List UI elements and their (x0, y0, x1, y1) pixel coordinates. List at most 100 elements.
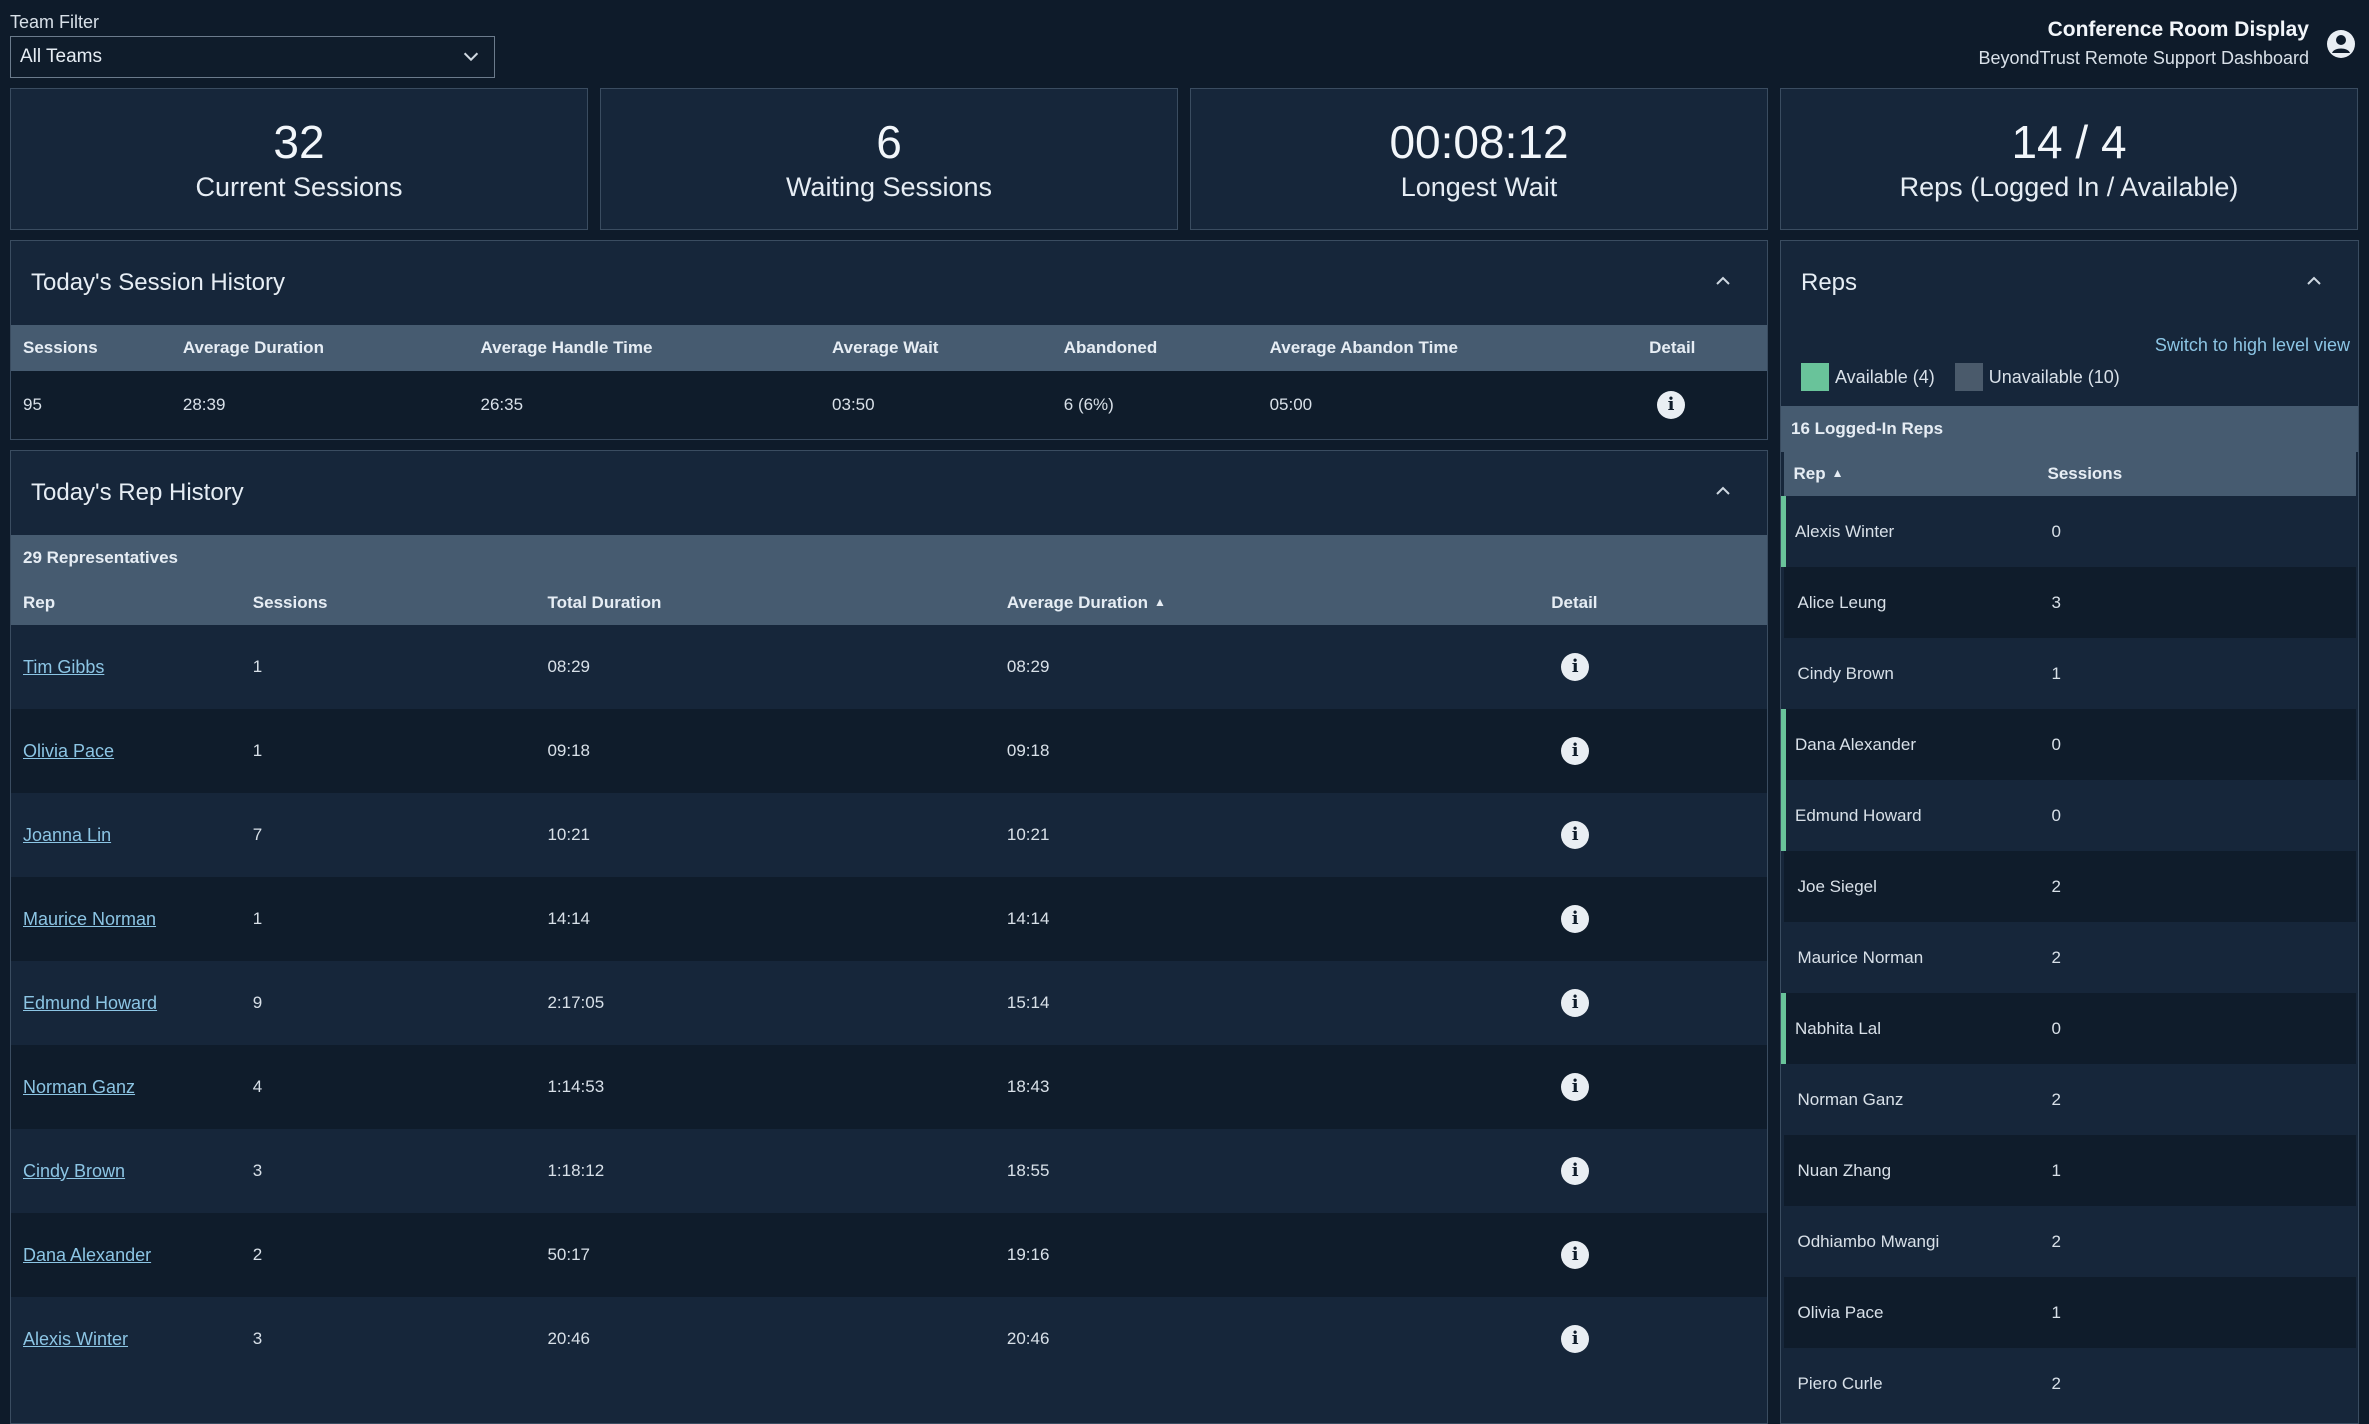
top-bar: Team Filter All Teams Conference Room Di… (0, 0, 2369, 85)
column-header-sorted[interactable]: Rep ▲ (1784, 452, 2038, 496)
stat-card-waiting-sessions: 6 Waiting Sessions (600, 88, 1178, 230)
cell-average-duration: 18:43 (1006, 1077, 1050, 1096)
chevron-up-icon[interactable] (1713, 271, 1733, 291)
info-icon[interactable]: i (1657, 391, 1686, 419)
column-header[interactable]: Total Duration (535, 581, 994, 625)
cell-sessions: 1 (252, 741, 263, 760)
info-icon[interactable]: i (1561, 905, 1590, 933)
column-header[interactable]: Rep (11, 581, 241, 625)
column-header-label: Rep (1793, 464, 1826, 483)
column-header[interactable]: Sessions (2038, 452, 2356, 496)
chevron-up-icon[interactable] (2304, 271, 2324, 291)
sort-ascending-icon: ▲ (1153, 595, 1166, 609)
cell-rep: Alexis Winter (1781, 496, 2038, 567)
column-header[interactable]: Average Abandon Time (1258, 325, 1638, 371)
rep-link[interactable]: Maurice Norman (23, 909, 156, 929)
table-row: Norman Ganz 4 1:14:53 18:43 i (11, 1045, 1767, 1129)
cell-total-duration: 10:21 (547, 825, 591, 844)
table-row: Tim Gibbs 1 08:29 08:29 i (11, 625, 1767, 709)
rep-link[interactable]: Norman Ganz (23, 1077, 135, 1097)
user-account-icon[interactable] (2325, 28, 2357, 60)
cell-average-duration: 14:14 (1006, 909, 1050, 928)
legend-unavailable: Unavailable (10) (1988, 366, 2120, 387)
list-item: Alice Leung 3 (1783, 567, 2356, 638)
cell-sessions: 3 (2051, 592, 2061, 612)
cell-rep: Maurice Norman (1797, 947, 1924, 967)
column-header[interactable]: Sessions (241, 581, 536, 625)
cell-sessions: 3 (252, 1329, 263, 1348)
session-history-table: Sessions Average Duration Average Handle… (11, 325, 1767, 439)
brand-block: Conference Room Display BeyondTrust Remo… (1978, 18, 2309, 69)
list-item: Alexis Winter 0 (1781, 496, 2356, 567)
column-header[interactable]: Sessions (11, 325, 171, 371)
logged-in-reps-body: Alexis Winter 0 Alice Leung 3 Cindy Brown 1 Da… (1781, 496, 2356, 1419)
cell-rep: Odhiambo Mwangi (1797, 1231, 1940, 1251)
info-icon[interactable]: i (1561, 821, 1590, 849)
rep-link[interactable]: Cindy Brown (23, 1161, 125, 1181)
table-row: Maurice Norman 1 14:14 14:14 i (11, 877, 1767, 961)
cell-sessions: 0 (2051, 521, 2061, 541)
cell-sessions: 2 (2051, 876, 2061, 896)
column-header-sorted[interactable]: Average Duration ▲ (995, 581, 1539, 625)
cell-rep: Edmund Howard (1781, 780, 2038, 851)
stat-label: Waiting Sessions (785, 171, 993, 202)
cell-rep: Cindy Brown (11, 1129, 241, 1213)
cell-detail: i (1539, 1129, 1767, 1213)
cell-average-duration: 19:16 (1006, 1245, 1050, 1264)
column-header[interactable]: Average Handle Time (469, 325, 821, 371)
cell-rep: Alice Leung (1797, 592, 1887, 612)
info-icon[interactable]: i (1561, 1073, 1590, 1101)
brand-title: Conference Room Display (2047, 18, 2309, 41)
brand-subtitle: BeyondTrust Remote Support Dashboard (1978, 48, 2309, 68)
rep-link[interactable]: Dana Alexander (23, 1245, 151, 1265)
cell-sessions: 0 (2051, 805, 2061, 825)
stat-value: 14 / 4 (2011, 115, 2127, 168)
representatives-count: 29 Representatives (11, 535, 1767, 581)
rep-link[interactable]: Olivia Pace (23, 741, 114, 761)
rep-link[interactable]: Joanna Lin (23, 825, 111, 845)
list-item: Maurice Norman 2 (1783, 922, 2356, 993)
list-item: Piero Curle 2 (1783, 1348, 2356, 1419)
cell-rep: Dana Alexander (1781, 709, 2038, 780)
team-filter-label: Team Filter (10, 12, 100, 32)
panel-title: Reps (1801, 269, 1858, 296)
table-row: Alexis Winter 3 20:46 20:46 i (11, 1297, 1767, 1381)
column-header[interactable]: Abandoned (1052, 325, 1258, 371)
cell-average-duration: 10:21 (1006, 825, 1050, 844)
team-filter-value: All Teams (20, 46, 103, 67)
logged-in-reps-count: 16 Logged-In Reps (1781, 406, 2358, 452)
session-history-panel: Today's Session History Sessions Average… (10, 240, 1768, 440)
table-row: 95 28:39 26:35 03:50 6 (6%) 05:00 i (11, 371, 1767, 439)
team-filter-select[interactable]: All Teams (10, 36, 495, 78)
sort-ascending-icon: ▲ (1831, 466, 1844, 480)
table-row: Olivia Pace 1 09:18 09:18 i (11, 709, 1767, 793)
info-icon[interactable]: i (1561, 1325, 1590, 1353)
cell-detail: i (1637, 371, 1767, 439)
table-header-row: Rep ▲ Sessions (1783, 452, 2356, 496)
cell-rep: Norman Ganz (11, 1045, 241, 1129)
cell-rep: Joe Siegel (1797, 876, 1877, 896)
column-header[interactable]: Average Duration (171, 325, 469, 371)
cell-sessions: 1 (2051, 663, 2061, 683)
cell-sessions: 4 (252, 1077, 263, 1096)
cell-average-duration: 15:14 (1006, 993, 1050, 1012)
cell-rep: Dana Alexander (11, 1213, 241, 1297)
cell-total-duration: 20:46 (547, 1329, 591, 1348)
info-icon[interactable]: i (1561, 653, 1590, 681)
info-icon[interactable]: i (1561, 1241, 1590, 1269)
info-icon[interactable]: i (1561, 989, 1590, 1017)
table-header-row: Rep Sessions Total Duration Average Dura… (11, 581, 1767, 625)
rep-link[interactable]: Edmund Howard (23, 993, 157, 1013)
reps-header: Reps (1781, 241, 2358, 325)
rep-link[interactable]: Tim Gibbs (23, 657, 104, 677)
list-item: Nabhita Lal 0 (1781, 993, 2356, 1064)
stat-label: Reps (Logged In / Available) (1899, 171, 2239, 202)
rep-link[interactable]: Alexis Winter (23, 1329, 128, 1349)
cell-rep: Tim Gibbs (11, 625, 241, 709)
chevron-up-icon[interactable] (1713, 481, 1733, 501)
list-item: Dana Alexander 0 (1781, 709, 2356, 780)
info-icon[interactable]: i (1561, 1157, 1590, 1185)
column-header[interactable]: Average Wait (820, 325, 1052, 371)
switch-to-high-level-view-link[interactable]: Switch to high level view (2155, 335, 2350, 356)
info-icon[interactable]: i (1561, 737, 1590, 765)
